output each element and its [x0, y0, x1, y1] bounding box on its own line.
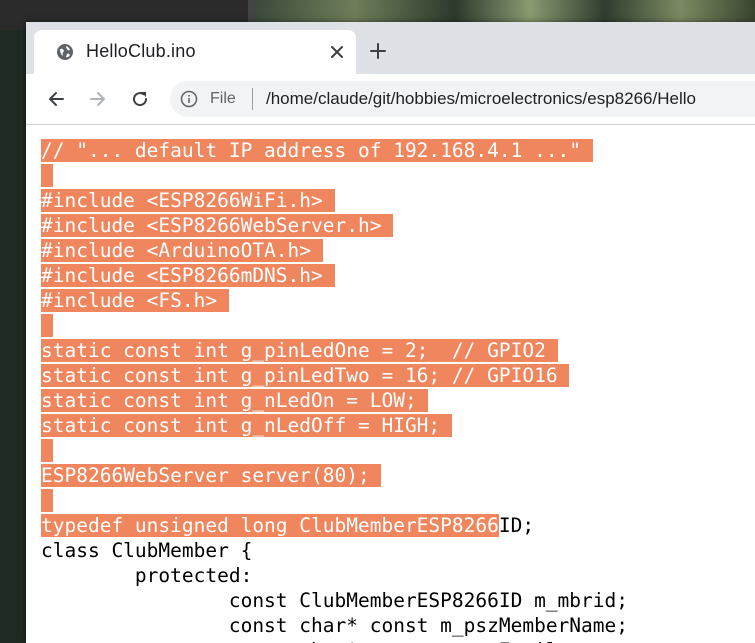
- code-line: #include <ESP8266WebServer.h>: [41, 213, 628, 238]
- code-text: const ClubMemberESP8266ID m_mbrid;: [41, 589, 628, 612]
- close-icon[interactable]: [328, 43, 346, 61]
- selected-text: typedef unsigned long ClubMemberESP8266: [41, 514, 499, 537]
- globe-icon: [57, 44, 73, 60]
- address-bar[interactable]: File /home/claude/git/hobbies/microelect…: [170, 81, 755, 117]
- selected-text: #include <ArduinoOTA.h>: [41, 239, 323, 262]
- code-text: class ClubMember {: [41, 539, 253, 562]
- code-text: const char* const m_pszEmail;: [41, 639, 569, 643]
- code-line: protected:: [41, 563, 628, 588]
- code-line: static const int g_nLedOn = LOW;: [41, 388, 628, 413]
- selected-text: [41, 314, 53, 337]
- tab-title: HelloClub.ino: [86, 41, 196, 61]
- selected-text: #include <FS.h>: [41, 289, 229, 312]
- code-line: const ClubMemberESP8266ID m_mbrid;: [41, 588, 628, 613]
- selected-text: static const int g_nLedOff = HIGH;: [41, 414, 452, 437]
- code-line: [41, 163, 628, 188]
- selected-text: // "... default IP address of 192.168.4.…: [41, 139, 593, 162]
- code-line: [41, 488, 628, 513]
- selected-text: static const int g_pinLedTwo = 16; // GP…: [41, 364, 570, 387]
- code-text: protected:: [41, 564, 253, 587]
- source-code[interactable]: // "... default IP address of 192.168.4.…: [41, 138, 628, 643]
- tab-helloclub[interactable]: HelloClub.ino: [34, 30, 356, 74]
- code-text: const char* const m_pszMemberName;: [41, 614, 628, 637]
- selected-text: [41, 489, 53, 512]
- code-line: const char* const m_pszEmail;: [41, 638, 628, 643]
- selected-text: [41, 164, 53, 187]
- code-line: static const int g_nLedOff = HIGH;: [41, 413, 628, 438]
- code-line: [41, 313, 628, 338]
- address-separator: [252, 88, 253, 110]
- page-content: // "... default IP address of 192.168.4.…: [26, 125, 755, 643]
- code-line: #include <ESP8266mDNS.h>: [41, 263, 628, 288]
- selected-text: #include <ESP8266mDNS.h>: [41, 264, 335, 287]
- code-line: static const int g_pinLedTwo = 16; // GP…: [41, 363, 628, 388]
- reload-icon[interactable]: [130, 89, 150, 109]
- code-line: // "... default IP address of 192.168.4.…: [41, 138, 628, 163]
- url-text[interactable]: /home/claude/git/hobbies/microelectronic…: [266, 89, 696, 109]
- code-line: class ClubMember {: [41, 538, 628, 563]
- code-line: const char* const m_pszMemberName;: [41, 613, 628, 638]
- code-line: ESP8266WebServer server(80);: [41, 463, 628, 488]
- selected-text: ESP8266WebServer server(80);: [41, 464, 382, 487]
- browser-window: HelloClub.ino File /home/claude/git/hobb…: [26, 22, 755, 643]
- navigation-toolbar: File /home/claude/git/hobbies/microelect…: [26, 74, 755, 125]
- selected-text: static const int g_nLedOn = LOW;: [41, 389, 429, 412]
- back-arrow-icon[interactable]: [46, 89, 66, 109]
- scheme-label: File: [210, 90, 236, 107]
- code-line: typedef unsigned long ClubMemberESP8266I…: [41, 513, 628, 538]
- selected-text: #include <ESP8266WiFi.h>: [41, 189, 335, 212]
- selected-text: static const int g_pinLedOne = 2; // GPI…: [41, 339, 558, 362]
- code-line: #include <ESP8266WiFi.h>: [41, 188, 628, 213]
- code-text: ID;: [498, 514, 535, 537]
- tab-strip: HelloClub.ino: [26, 22, 755, 74]
- info-icon[interactable]: [180, 90, 198, 108]
- selected-text: [41, 439, 53, 462]
- plus-icon[interactable]: [369, 42, 387, 60]
- code-line: static const int g_pinLedOne = 2; // GPI…: [41, 338, 628, 363]
- code-line: [41, 438, 628, 463]
- selected-text: #include <ESP8266WebServer.h>: [41, 214, 394, 237]
- forward-arrow-icon[interactable]: [88, 89, 108, 109]
- code-line: #include <ArduinoOTA.h>: [41, 238, 628, 263]
- code-line: #include <FS.h>: [41, 288, 628, 313]
